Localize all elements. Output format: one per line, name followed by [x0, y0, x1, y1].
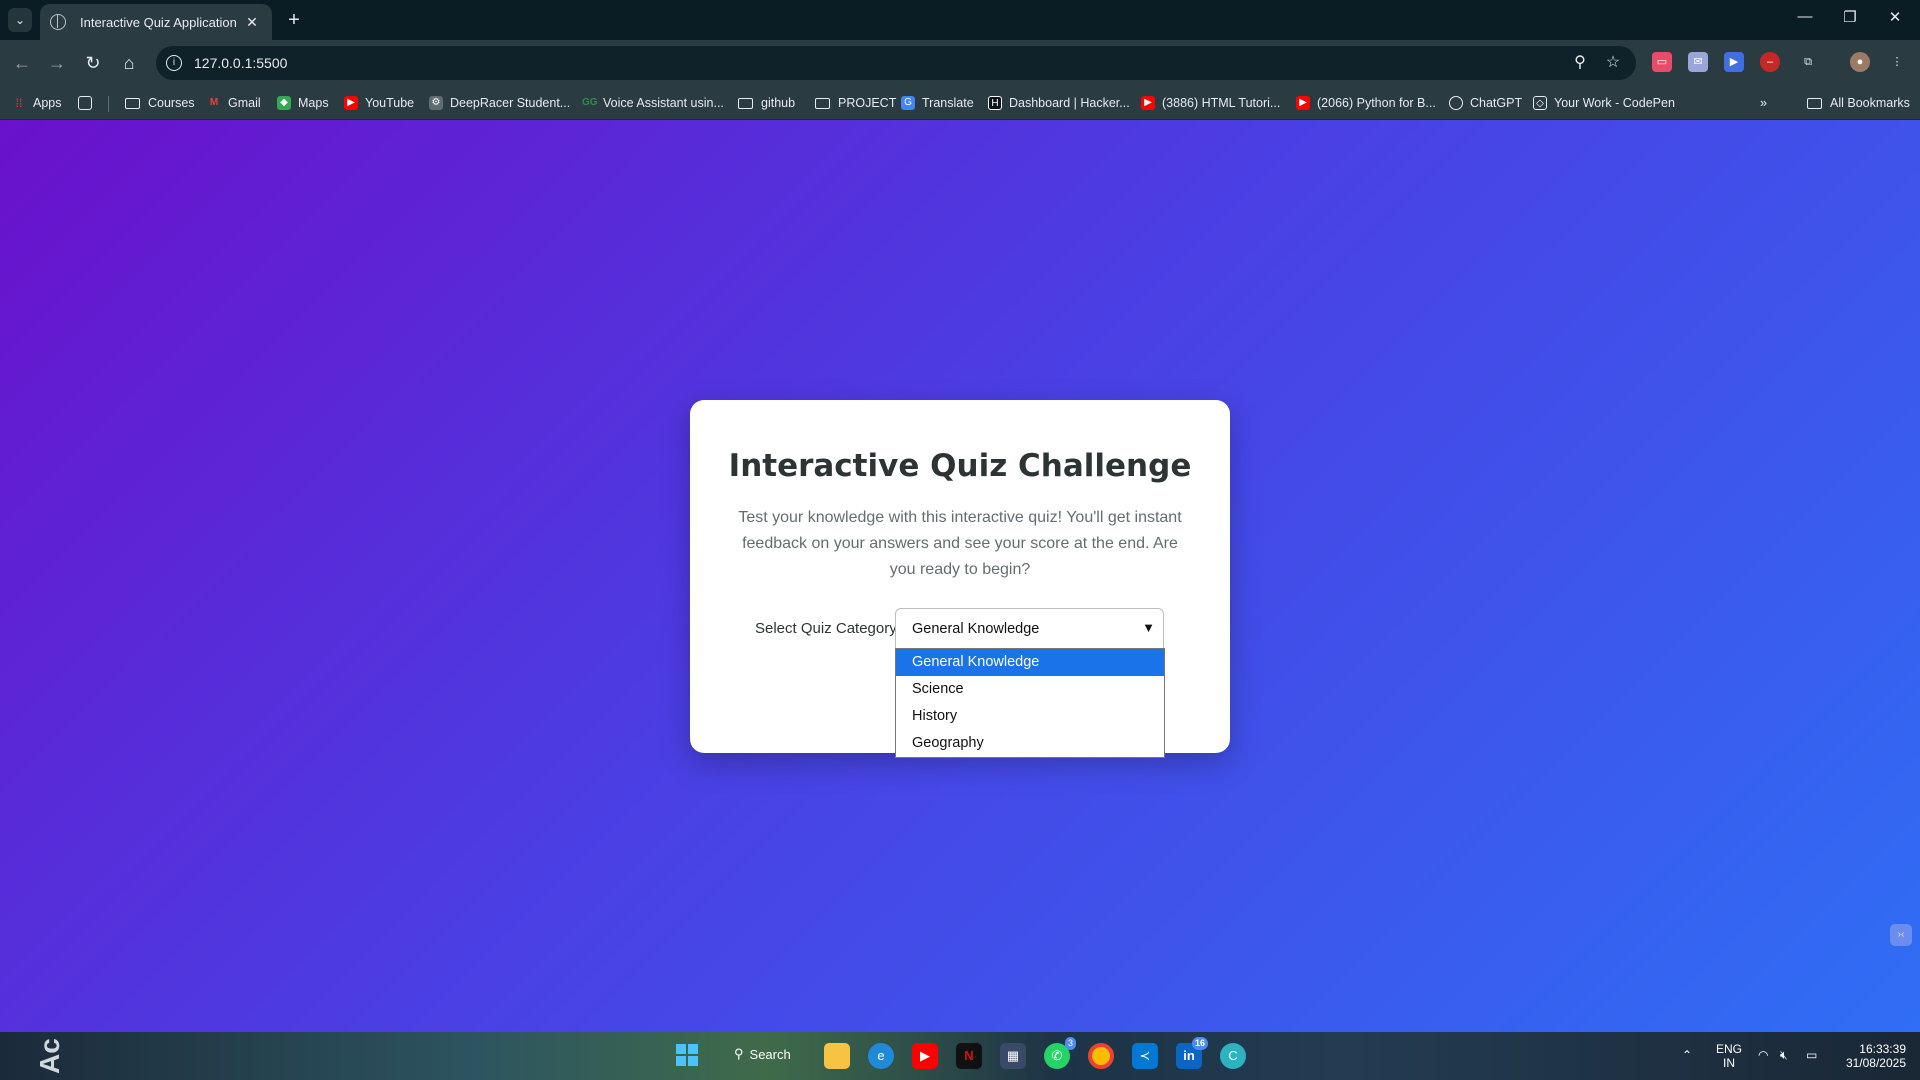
option-history[interactable]: History	[896, 703, 1164, 730]
bookmark-github[interactable]: github	[738, 94, 795, 112]
language-indicator[interactable]: ENG IN	[1716, 1042, 1742, 1070]
linkedin-icon[interactable]: in 16	[1176, 1037, 1208, 1069]
bookmarks-bar: ⁞⁞ Apps Courses M Gmail ◆ Maps ▶ YouTube…	[0, 86, 1920, 120]
extension-cast-icon[interactable]: ▭	[1652, 52, 1672, 72]
battery-icon[interactable]: ▭	[1806, 1048, 1817, 1062]
deepracer-icon: ⚙	[429, 96, 443, 110]
edge-icon[interactable]: e	[868, 1043, 894, 1069]
zoom-icon[interactable]: ⚲	[1570, 53, 1590, 73]
tab-active[interactable]: Interactive Quiz Application ✕	[40, 4, 272, 40]
site-info-icon[interactable]: i	[166, 55, 182, 71]
bookmark-youtube[interactable]: ▶ YouTube	[344, 94, 414, 112]
category-select[interactable]: General Knowledge ▼	[895, 608, 1164, 648]
bookmark-courses[interactable]: Courses	[125, 94, 195, 112]
tab-close-icon[interactable]: ✕	[242, 14, 262, 31]
translate-icon: G	[901, 96, 915, 110]
close-window-icon[interactable]: ✕	[1880, 8, 1910, 26]
apps-grid-icon: ⁞⁞	[15, 96, 23, 110]
home-icon[interactable]: ⌂	[117, 51, 141, 75]
extension-mail-icon[interactable]: ✉	[1688, 52, 1708, 72]
desktop-text: Ac	[34, 1038, 65, 1074]
folder-icon	[738, 97, 753, 109]
browser-menu-icon[interactable]: ⋮	[1887, 52, 1907, 72]
bookmark-maps[interactable]: ◆ Maps	[277, 94, 329, 112]
whatsapp-icon[interactable]: ✆ 3	[1044, 1037, 1076, 1069]
youtube-icon: ▶	[1141, 96, 1155, 110]
clock[interactable]: 16:33:39 31/08/2025	[1836, 1042, 1906, 1070]
bookmark-codepen[interactable]: ◇ Your Work - CodePen	[1533, 94, 1675, 112]
netflix-icon[interactable]: N	[956, 1043, 982, 1069]
bookmark-html-tutorial[interactable]: ▶ (3886) HTML Tutori...	[1141, 94, 1280, 112]
bookmark-translate[interactable]: G Translate	[901, 94, 974, 112]
canva-icon[interactable]: C	[1220, 1043, 1246, 1069]
bookmark-star-icon[interactable]: ☆	[1603, 53, 1623, 73]
show-hidden-icons[interactable]: ⌃	[1682, 1048, 1692, 1062]
extension-video-icon[interactable]: ▶	[1724, 52, 1744, 72]
folder-icon	[1807, 97, 1822, 109]
file-explorer-icon[interactable]	[824, 1043, 850, 1069]
all-bookmarks[interactable]: All Bookmarks	[1807, 94, 1910, 112]
tab-search-chevron-icon[interactable]: ⌄	[8, 8, 32, 32]
reload-icon[interactable]: ↻	[81, 51, 105, 75]
tab-groups-icon[interactable]	[78, 94, 99, 112]
category-dropdown-list: General Knowledge Science History Geogra…	[895, 648, 1165, 758]
forward-icon[interactable]: →	[45, 51, 69, 75]
minimize-icon[interactable]: —	[1790, 8, 1820, 25]
quiz-description: Test your knowledge with this interactiv…	[738, 509, 1182, 578]
gmail-icon: M	[209, 97, 219, 108]
wifi-icon[interactable]: ◠	[1758, 1048, 1768, 1062]
bookmark-voice-assistant[interactable]: GG Voice Assistant usin...	[582, 94, 724, 112]
browser-toolbar: ← → ↻ ⌂ i 127.0.0.1:5500 ⚲ ☆ ▭ ✉ ▶ – ⧉ ●…	[0, 40, 1920, 86]
option-science[interactable]: Science	[896, 676, 1164, 703]
chrome-icon[interactable]	[1088, 1043, 1114, 1069]
vscode-icon[interactable]: ≺	[1132, 1043, 1158, 1069]
quiz-title: Interactive Quiz Challenge	[728, 448, 1192, 484]
side-panel-toggle-icon[interactable]: ›‹	[1890, 924, 1912, 946]
maps-icon: ◆	[277, 96, 291, 110]
youtube-icon: ▶	[344, 96, 358, 110]
codepen-icon: ◇	[1533, 96, 1547, 110]
bookmark-separator	[108, 96, 109, 112]
store-icon[interactable]: ▦	[1000, 1043, 1026, 1069]
youtube-app-icon[interactable]: ▶	[912, 1043, 938, 1069]
profile-avatar[interactable]: ●	[1850, 52, 1870, 72]
page-background: Interactive Quiz Challenge Test your kno…	[0, 120, 1920, 1032]
bookmark-python[interactable]: ▶ (2066) Python for B...	[1296, 94, 1436, 112]
url-text[interactable]: 127.0.0.1:5500	[194, 55, 287, 71]
taskbar-search[interactable]: ⚲ Search	[734, 1046, 791, 1062]
tab-title: Interactive Quiz Application	[80, 14, 237, 30]
search-icon: ⚲	[734, 1046, 744, 1061]
bookmark-hackerrank[interactable]: H Dashboard | Hacker...	[988, 94, 1130, 112]
chatgpt-icon	[1449, 96, 1463, 110]
option-geography[interactable]: Geography	[896, 730, 1164, 757]
globe-icon	[50, 14, 66, 30]
windows-taskbar: Ac ⚲ Search e ▶ N ▦ ✆ 3 ≺ in 16 C ⌃ ENG IN…	[0, 1032, 1920, 1080]
option-general-knowledge[interactable]: General Knowledge	[896, 649, 1164, 676]
bookmark-gmail[interactable]: M Gmail	[207, 94, 261, 112]
hackerrank-icon: H	[988, 96, 1002, 110]
bookmark-apps[interactable]: ⁞⁞ Apps	[12, 94, 62, 112]
gfg-icon: GG	[582, 97, 598, 108]
bookmark-deepracer[interactable]: ⚙ DeepRacer Student...	[429, 94, 570, 112]
back-icon[interactable]: ←	[10, 51, 34, 75]
restore-icon[interactable]: ❐	[1835, 8, 1865, 26]
volume-muted-icon[interactable]: 🔇︎	[1780, 1048, 1788, 1062]
category-label: Select Quiz Category:	[755, 620, 901, 637]
category-select-value: General Knowledge	[912, 621, 1040, 637]
chevron-down-icon: ▼	[1142, 620, 1155, 635]
tab-strip: ⌄ Interactive Quiz Application ✕ + — ❐ ✕	[0, 0, 1920, 40]
windows-start-icon[interactable]	[674, 1043, 700, 1069]
folder-icon	[815, 97, 830, 109]
bookmark-chatgpt[interactable]: ChatGPT	[1449, 94, 1522, 112]
more-bookmarks-icon[interactable]: »	[1760, 94, 1767, 112]
folder-icon	[125, 97, 140, 109]
extension-block-icon[interactable]: –	[1760, 52, 1780, 72]
address-bar[interactable]: i 127.0.0.1:5500 ⚲ ☆	[156, 46, 1636, 80]
new-tab-icon[interactable]: +	[282, 8, 306, 32]
bookmark-project[interactable]: PROJECT	[815, 94, 896, 112]
youtube-icon: ▶	[1296, 96, 1310, 110]
extensions-puzzle-icon[interactable]: ⧉	[1798, 52, 1818, 72]
